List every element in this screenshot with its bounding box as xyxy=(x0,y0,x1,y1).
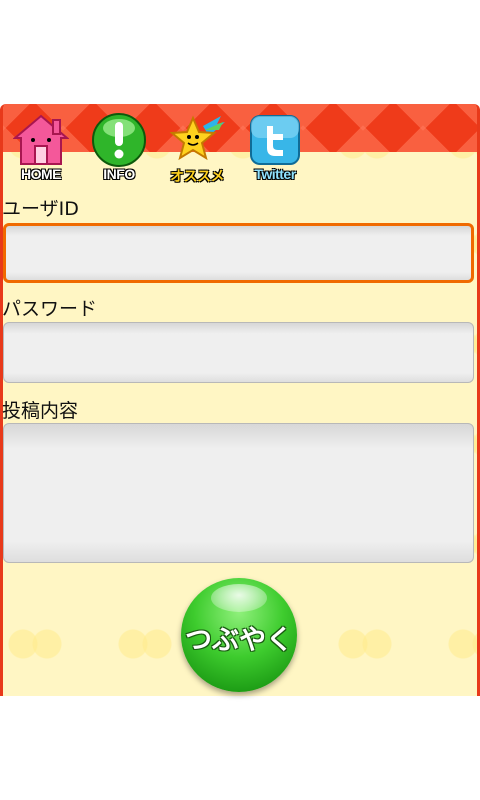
star-icon xyxy=(169,115,225,161)
content-label: 投稿内容 xyxy=(2,400,79,422)
nav-home-button[interactable]: HOME xyxy=(11,112,71,186)
button-gloss xyxy=(211,584,267,612)
home-icon xyxy=(13,114,69,165)
nav-info-label: INFO xyxy=(103,166,135,182)
nav-twitter-button[interactable]: Twitter xyxy=(245,112,305,186)
content-textarea[interactable] xyxy=(3,423,474,563)
user-id-input[interactable] xyxy=(3,223,474,283)
nav-info-button[interactable]: INFO xyxy=(89,112,149,186)
nav-home-label: HOME xyxy=(21,166,62,182)
nav-recommend-label: オススメ xyxy=(170,168,225,184)
post-button[interactable]: つぶやく xyxy=(181,578,297,692)
twitter-icon xyxy=(250,115,300,165)
password-input[interactable] xyxy=(3,322,474,383)
password-label: パスワード xyxy=(2,298,98,320)
top-nav: HOME INFO オススメ Twitter xyxy=(11,112,305,186)
info-icon xyxy=(92,113,146,167)
nav-recommend-button[interactable]: オススメ xyxy=(167,112,227,186)
nav-twitter-label: Twitter xyxy=(254,166,296,182)
post-button-label: つぶやく xyxy=(185,625,293,656)
user-id-label: ユーザID xyxy=(2,198,79,220)
